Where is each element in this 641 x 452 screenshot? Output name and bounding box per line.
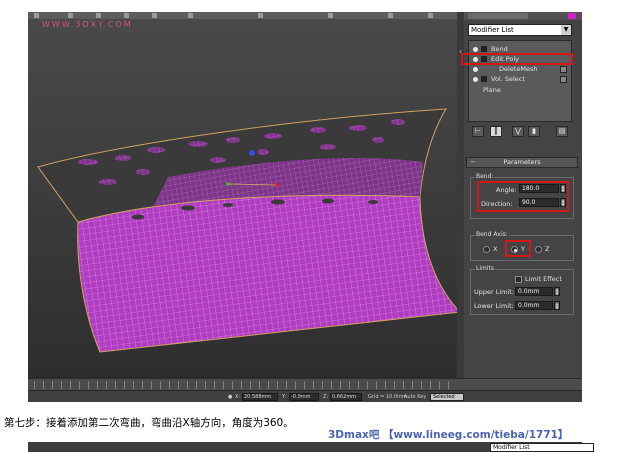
lightbulb-icon[interactable] (473, 67, 478, 72)
z-label: Z: (323, 394, 329, 400)
axis-z-label: Z (545, 245, 550, 253)
panel-divider (457, 12, 464, 378)
stack-item-plane[interactable]: Plane (469, 85, 571, 95)
highlight-box (477, 181, 569, 212)
page: WWW.3DXY.COM ‹ Modifier List ▼ Bend Edit… (0, 0, 641, 452)
stack-config-icon[interactable] (560, 66, 567, 73)
make-unique-icon[interactable]: ⋁ (512, 126, 524, 137)
stack-item-label: DeleteMesh (499, 65, 538, 73)
next-screenshot-strip: Modifier List (28, 442, 594, 452)
bend-group-title: Bend: (475, 173, 495, 180)
auto-key-button[interactable]: Auto Key (404, 393, 426, 401)
limits-group: Limits Limit Effect Upper Limit: 0.0mm ▲… (470, 265, 574, 315)
upper-limit-spinner-arrows-icon[interactable]: ▲ ▼ (554, 287, 560, 296)
parameters-header[interactable]: − Parameters (466, 157, 578, 168)
axis-z-radio[interactable] (535, 246, 542, 253)
limit-effect-label: Limit Effect (525, 275, 562, 283)
time-slider[interactable] (28, 378, 582, 390)
stack-item-label: Plane (483, 86, 501, 94)
stack-config-icon[interactable] (560, 76, 567, 83)
bend-axis-group: Bend Axis: X Y Z (470, 231, 574, 261)
object-color-swatch[interactable] (568, 13, 576, 19)
stack-item-deletemesh[interactable]: DeleteMesh (469, 64, 571, 74)
remove-modifier-icon[interactable]: ▮ (528, 126, 540, 137)
lower-limit-input[interactable]: 0.0mm (515, 301, 553, 310)
site-watermark: 3Dmax吧 【www.lineeg.com/tieba/1771】 (328, 429, 569, 441)
y-label: Y: (282, 394, 287, 400)
stack-toolbar: ⊢ ┃ ⋁ ▮ ▤ (468, 126, 572, 138)
bend-axis-group-title: Bend Axis: (475, 231, 509, 238)
lightbulb-icon[interactable] (473, 47, 478, 52)
command-panel: Modifier List ▼ Bend Edit Poly DeleteMes… (464, 12, 582, 378)
collapse-icon: − (470, 158, 476, 166)
lightbulb-icon[interactable] (473, 77, 478, 82)
highlight-box (505, 240, 531, 257)
modifier-list-dropdown[interactable]: Modifier List (490, 443, 594, 452)
bend-group: Bend: Angle: 180.0 ▲ ▼ Direction: 90.0 ▲ ▼ (470, 173, 574, 219)
object-name-field[interactable] (468, 13, 528, 19)
lock-icon[interactable]: ● (228, 393, 232, 401)
parameters-title: Parameters (503, 158, 541, 166)
stack-item-vol-select[interactable]: Vol. Select (469, 74, 571, 84)
step-caption: 第七步：接着添加第二次弯曲，弯曲沿X轴方向，角度为360。 (4, 417, 294, 429)
chevron-down-icon[interactable]: ▼ (561, 25, 571, 35)
z-coordinate-field[interactable]: 0.662mm (330, 393, 362, 401)
pin-stack-icon[interactable]: ⊢ (472, 126, 484, 137)
selection-filter-dropdown[interactable]: Selected (430, 393, 464, 401)
perspective-viewport[interactable]: WWW.3DXY.COM (28, 12, 457, 378)
grid-size-text: Grid = 10.0mm (368, 394, 407, 400)
timeline-ruler (34, 381, 456, 389)
axis-x-radio[interactable] (483, 246, 490, 253)
lower-limit-spinner-arrows-icon[interactable]: ▲ ▼ (554, 301, 560, 310)
upper-limit-input[interactable]: 0.0mm (515, 287, 553, 296)
expand-icon[interactable] (481, 46, 487, 52)
object-name-row (464, 12, 582, 20)
expand-icon[interactable] (481, 76, 487, 82)
x-label: X: (235, 394, 241, 400)
upper-limit-label: Upper Limit: (474, 288, 515, 296)
limits-group-title: Limits (475, 265, 495, 272)
max-window: WWW.3DXY.COM ‹ Modifier List ▼ Bend Edit… (28, 12, 582, 402)
lower-limit-label: Lower Limit: (474, 302, 514, 310)
x-coordinate-field[interactable]: 20.588mm (242, 393, 278, 401)
parameters-rollout: − Parameters Bend: Angle: 180.0 ▲ ▼ Direc… (466, 157, 578, 317)
stack-item-label: Vol. Select (491, 75, 525, 83)
highlight-box (461, 53, 573, 65)
modifier-list-dropdown[interactable]: Modifier List ▼ (468, 24, 572, 36)
axis-x-label: X (493, 245, 498, 253)
bent-mesh-graphic (37, 108, 457, 353)
configure-sets-icon[interactable]: ▤ (556, 126, 568, 137)
y-coordinate-field[interactable]: -0.0mm (289, 393, 319, 401)
status-bar: ● X: 20.588mm Y: -0.0mm Z: 0.662mm Grid … (28, 390, 582, 402)
show-end-result-icon[interactable]: ┃ (490, 126, 502, 137)
limit-effect-checkbox[interactable] (515, 276, 522, 283)
modifier-list-label: Modifier List (471, 26, 514, 34)
